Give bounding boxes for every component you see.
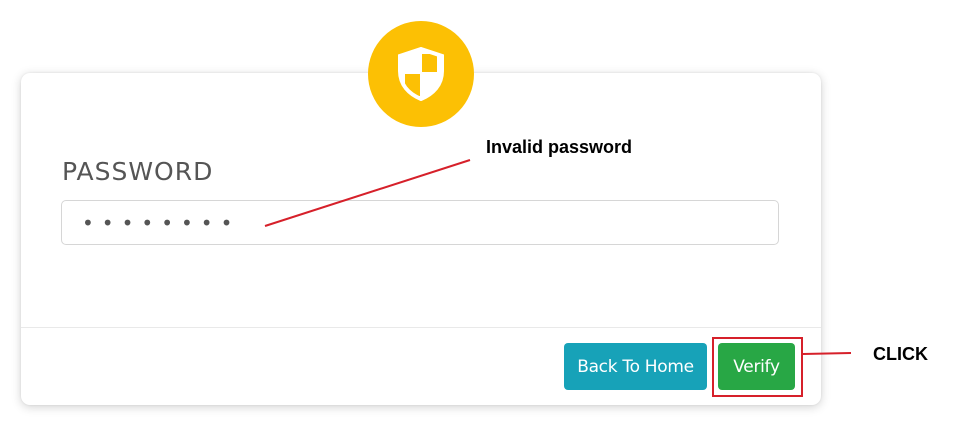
back-to-home-button[interactable]: Back To Home (564, 343, 707, 390)
verify-button[interactable]: Verify (718, 343, 795, 390)
security-badge (368, 21, 474, 127)
password-label: PASSWORD (62, 157, 214, 186)
password-field[interactable] (61, 200, 779, 245)
invalid-password-annotation: Invalid password (486, 137, 633, 157)
click-annotation: CLICK (873, 344, 928, 364)
shield-icon (396, 47, 446, 101)
screenshot-stage: PASSWORD Back To Home Verify Invalid pas… (0, 0, 953, 437)
footer-divider (21, 327, 821, 328)
